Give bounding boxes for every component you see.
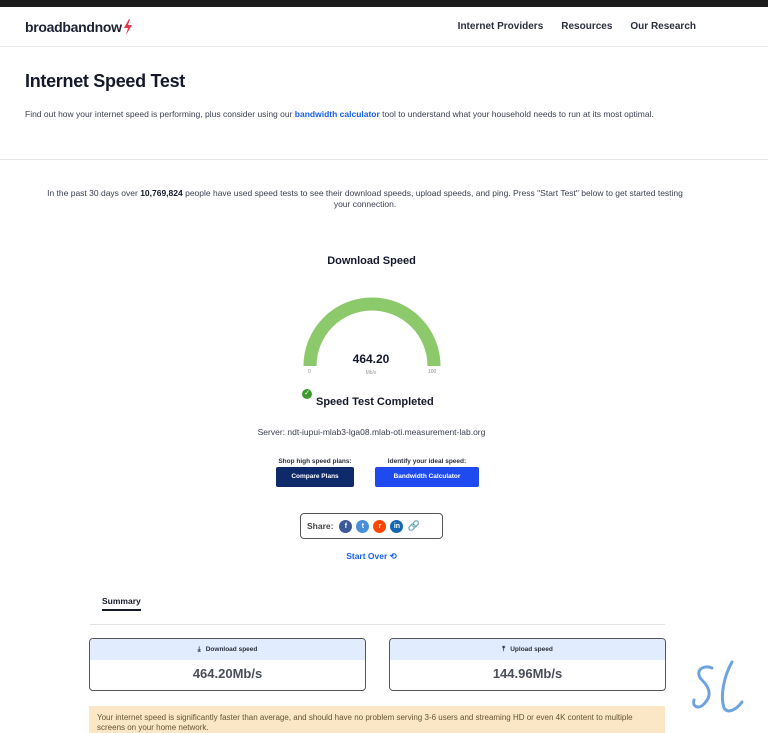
download-speed-value: 464.20Mb/s (192, 666, 263, 681)
linkedin-icon[interactable]: in (390, 519, 404, 533)
main-nav: Internet Providers Resources Our Researc… (458, 21, 696, 32)
user-count: 10,769,824 (140, 188, 183, 198)
intro-text: Find out how your internet speed is perf… (25, 109, 715, 119)
upload-icon: ⤒ (502, 646, 506, 653)
bandwidth-calculator-link[interactable]: bandwidth calculator (295, 109, 380, 119)
download-card-header: ⤓ Download speed (90, 639, 365, 660)
facebook-icon[interactable]: f (339, 519, 353, 533)
gauge-min-label: 0 (308, 369, 311, 375)
download-speed-card: ⤓ Download speed 464.20Mb/s (89, 638, 366, 691)
site-header: broadbandnow Internet Providers Resource… (0, 7, 768, 47)
download-icon: ⤓ (197, 646, 201, 653)
usage-stats-text: In the past 30 days over 10,769,824 peop… (40, 188, 690, 210)
stats-text-end: people have used speed tests to see thei… (182, 188, 683, 209)
browser-top-strip (0, 0, 768, 7)
nav-internet-providers[interactable]: Internet Providers (458, 21, 544, 32)
bandwidth-calculator-button[interactable]: Bandwidth Calculator (375, 467, 479, 487)
download-speed-title: Download Speed (327, 255, 416, 267)
speed-gauge (303, 297, 441, 367)
nav-our-research[interactable]: Our Research (630, 21, 696, 32)
link-icon[interactable]: 🔗 (407, 520, 420, 533)
sl-watermark-logo (692, 660, 744, 713)
gauge-max-label: 100 (428, 369, 437, 375)
upload-card-label: Upload speed (510, 646, 553, 653)
upload-card-header: ⤒ Upload speed (390, 639, 665, 660)
page-title: Internet Speed Test (25, 71, 186, 91)
gauge-unit: Mb/s (365, 370, 377, 376)
bandwidth-calculator-label: Identify your ideal speed: (387, 458, 467, 465)
bolt-icon (123, 19, 132, 35)
download-card-label: Download speed (205, 646, 258, 653)
bandwidth-calculator-group: Identify your ideal speed: Bandwidth Cal… (375, 458, 479, 487)
upload-speed-value: 144.96Mb/s (492, 666, 563, 681)
gauge-value: 464.20 (352, 352, 390, 366)
hero-section: Internet Speed Test Find out how your in… (0, 48, 768, 160)
compare-plans-button[interactable]: Compare Plans (276, 467, 354, 487)
reddit-icon[interactable]: r (373, 519, 387, 533)
twitter-icon[interactable]: t (356, 519, 370, 533)
tab-summary[interactable]: Summary (102, 596, 141, 611)
check-circle-icon: ✓ (302, 389, 312, 399)
intro-text-end: tool to understand what your household n… (379, 109, 654, 119)
refresh-icon: ⟲ (389, 551, 397, 561)
share-label: Share: (307, 521, 334, 531)
compare-plans-group: Shop high speed plans: Compare Plans (276, 458, 354, 487)
server-info: Server: ndt-iupui-mlab3-lga08.mlab-oti.m… (257, 427, 486, 437)
upload-speed-card: ⤒ Upload speed 144.96Mb/s (389, 638, 666, 691)
site-logo[interactable]: broadbandnow (25, 19, 133, 35)
status-text: Speed Test Completed (316, 396, 434, 408)
stats-text-start: In the past 30 days over (47, 188, 141, 198)
speed-notice: Your internet speed is significantly fas… (89, 706, 665, 733)
share-box: Share: f t r in 🔗 (300, 513, 443, 539)
compare-plans-label: Shop high speed plans: (278, 458, 352, 465)
start-over-label: Start Over (346, 551, 388, 561)
logo-text: broadbandnow (25, 19, 122, 35)
test-status: ✓ Speed Test Completed (302, 389, 434, 408)
nav-resources[interactable]: Resources (561, 21, 612, 32)
start-over-button[interactable]: Start Over ⟲ (0, 551, 743, 562)
summary-divider (90, 624, 665, 625)
intro-text-start: Find out how your internet speed is perf… (25, 109, 295, 119)
